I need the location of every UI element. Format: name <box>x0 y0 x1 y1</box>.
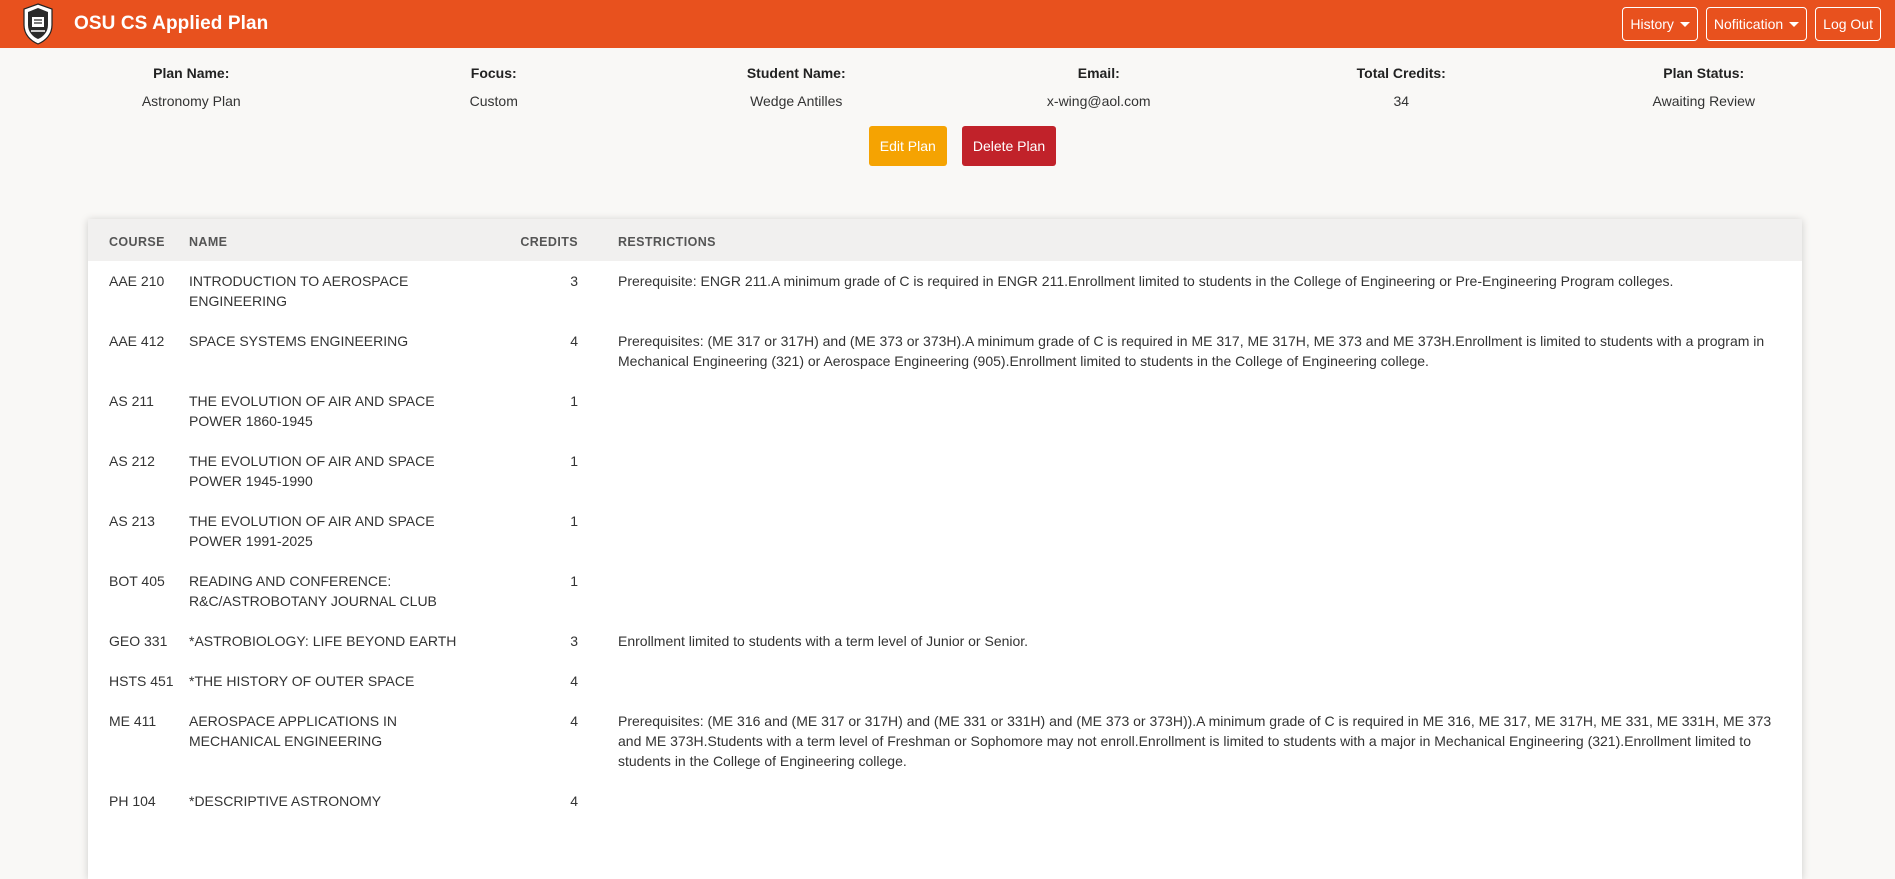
course-name: *ASTROBIOLOGY: LIFE BEYOND EARTH <box>189 633 457 649</box>
student-name-label: Student Name: <box>746 65 846 81</box>
plan-name-field: Plan Name: Astronomy Plan <box>40 62 343 110</box>
plan-status-value: Awaiting Review <box>1652 93 1755 109</box>
edit-plan-button[interactable]: Edit Plan <box>868 126 947 166</box>
course-code: ME 411 <box>109 713 157 729</box>
osu-seal-icon <box>20 2 56 46</box>
course-credits: 1 <box>570 513 578 529</box>
course-credits: 4 <box>570 713 578 729</box>
focus-label: Focus: <box>470 65 517 81</box>
plan-actions: Edit Plan Delete Plan <box>0 126 1895 166</box>
course-name: AEROSPACE APPLICATIONS IN MECHANICAL ENG… <box>189 713 397 749</box>
student-name-value: Wedge Antilles <box>750 93 843 109</box>
course-code: PH 104 <box>109 793 156 809</box>
total-credits-value: 34 <box>1393 93 1410 109</box>
table-row: AS 212 THE EVOLUTION OF AIR AND SPACE PO… <box>88 441 1802 501</box>
nav-actions: History Nofitication Log Out <box>1622 7 1881 41</box>
course-code: HSTS 451 <box>109 673 174 689</box>
student-name-field: Student Name: Wedge Antilles <box>645 62 948 110</box>
course-credits: 4 <box>570 673 578 689</box>
plan-status-label: Plan Status: <box>1663 65 1745 81</box>
course-code: AAE 412 <box>109 333 165 349</box>
notification-dropdown-button[interactable]: Nofitication <box>1705 7 1808 41</box>
course-name: *DESCRIPTIVE ASTRONOMY <box>189 793 382 809</box>
courses-table: Course Name Credits Restrictions AAE 210… <box>88 219 1802 821</box>
course-credits: 1 <box>570 573 578 589</box>
course-name: READING AND CONFERENCE: R&C/ASTROBOTANY … <box>189 573 437 609</box>
course-restrictions <box>578 561 1802 621</box>
course-credits: 4 <box>570 793 578 809</box>
plan-status-field: Plan Status: Awaiting Review <box>1553 62 1856 110</box>
course-credits: 1 <box>570 453 578 469</box>
plan-name-value: Astronomy Plan <box>141 93 241 109</box>
caret-down-icon <box>1789 21 1800 27</box>
course-code: AS 213 <box>109 513 155 529</box>
course-name: INTRODUCTION TO AEROSPACE ENGINEERING <box>189 273 409 309</box>
focus-value: Custom <box>469 93 518 109</box>
column-header-course: Course <box>109 235 165 249</box>
course-credits: 1 <box>570 393 578 409</box>
notification-label: Nofitication <box>1713 16 1784 32</box>
app-title: OSU CS Applied Plan <box>74 13 269 34</box>
course-code: GEO 331 <box>109 633 168 649</box>
logout-button[interactable]: Log Out <box>1815 7 1881 41</box>
course-restrictions: Enrollment limited to students with a te… <box>618 633 1029 649</box>
table-row: PH 104 *DESCRIPTIVE ASTRONOMY 4 <box>88 781 1802 821</box>
table-row: AS 213 THE EVOLUTION OF AIR AND SPACE PO… <box>88 501 1802 561</box>
courses-table-card: Course Name Credits Restrictions AAE 210… <box>88 219 1802 879</box>
column-header-credits: Credits <box>520 235 578 249</box>
course-restrictions: Prerequisites: (ME 316 and (ME 317 or 31… <box>618 713 1772 769</box>
caret-down-icon <box>1679 21 1690 27</box>
plan-name-label: Plan Name: <box>153 65 230 81</box>
course-restrictions <box>578 661 1802 701</box>
course-name: THE EVOLUTION OF AIR AND SPACE POWER 186… <box>189 393 435 429</box>
table-row: ME 411 AEROSPACE APPLICATIONS IN MECHANI… <box>88 701 1802 781</box>
table-header-row: Course Name Credits Restrictions <box>88 219 1802 261</box>
table-row: AAE 412 SPACE SYSTEMS ENGINEERING 4 Prer… <box>88 321 1802 381</box>
course-code: BOT 405 <box>109 573 165 589</box>
column-header-name: Name <box>189 235 228 249</box>
email-value: x-wing@aol.com <box>1046 93 1151 109</box>
course-restrictions: Prerequisites: (ME 317 or 317H) and (ME … <box>618 333 1765 369</box>
course-name: THE EVOLUTION OF AIR AND SPACE POWER 194… <box>189 453 435 489</box>
course-credits: 3 <box>570 273 578 289</box>
course-code: AS 212 <box>109 453 155 469</box>
focus-field: Focus: Custom <box>343 62 646 110</box>
history-label: History <box>1630 16 1674 32</box>
course-restrictions <box>578 501 1802 561</box>
history-dropdown-button[interactable]: History <box>1622 7 1698 41</box>
course-name: *THE HISTORY OF OUTER SPACE <box>189 673 415 689</box>
table-row: AS 211 THE EVOLUTION OF AIR AND SPACE PO… <box>88 381 1802 441</box>
course-name: SPACE SYSTEMS ENGINEERING <box>189 333 409 349</box>
total-credits-field: Total Credits: 34 <box>1250 62 1553 110</box>
delete-plan-button[interactable]: Delete Plan <box>961 126 1057 166</box>
email-field: Email: x-wing@aol.com <box>948 62 1251 110</box>
brand[interactable]: OSU CS Applied Plan <box>20 2 268 46</box>
table-row: BOT 405 READING AND CONFERENCE: R&C/ASTR… <box>88 561 1802 621</box>
course-credits: 3 <box>570 633 578 649</box>
table-row: AAE 210 INTRODUCTION TO AEROSPACE ENGINE… <box>88 261 1802 321</box>
course-credits: 4 <box>570 333 578 349</box>
course-code: AAE 210 <box>109 273 165 289</box>
course-name: THE EVOLUTION OF AIR AND SPACE POWER 199… <box>189 513 435 549</box>
course-restrictions <box>578 441 1802 501</box>
total-credits-label: Total Credits: <box>1356 65 1446 81</box>
email-label: Email: <box>1077 65 1120 81</box>
plan-summary: Plan Name: Astronomy Plan Focus: Custom … <box>0 48 1895 110</box>
course-restrictions <box>578 381 1802 441</box>
table-row: GEO 331 *ASTROBIOLOGY: LIFE BEYOND EARTH… <box>88 621 1802 661</box>
column-header-restrictions: Restrictions <box>618 235 716 249</box>
course-restrictions <box>578 781 1802 821</box>
navbar: OSU CS Applied Plan History Nofitication… <box>0 0 1895 48</box>
course-code: AS 211 <box>109 393 154 409</box>
course-restrictions: Prerequisite: ENGR 211.A minimum grade o… <box>618 273 1674 289</box>
table-row: HSTS 451 *THE HISTORY OF OUTER SPACE 4 <box>88 661 1802 701</box>
